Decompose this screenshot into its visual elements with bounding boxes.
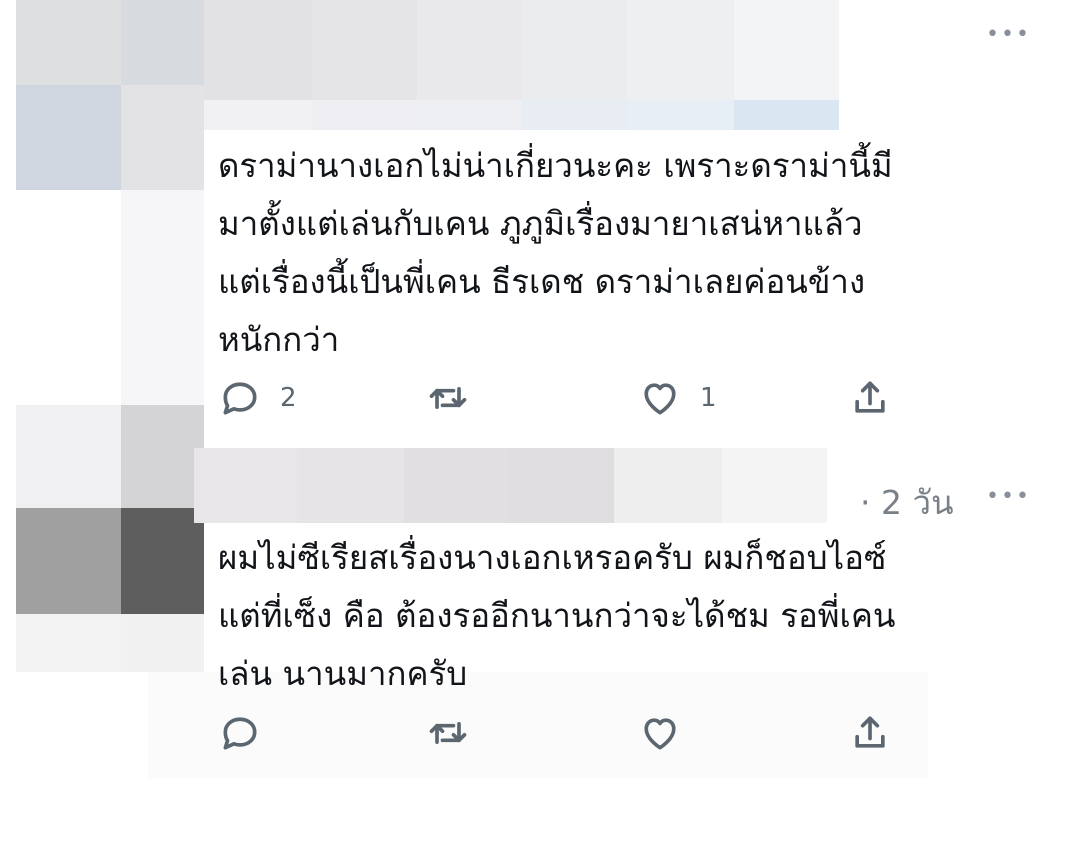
tweet-body: ดราม่านางเอกไม่น่าเกี่ยวนะคะ เพราะดราม่า… — [218, 146, 893, 359]
tweet-1: ••• ดราม่านางเอกไม่น่าเกี่ยวนะคะ เพราะดร… — [0, 0, 1080, 440]
tweet-thread: ••• ดราม่านางเอกไม่น่าเกี่ยวนะคะ เพราะดร… — [0, 0, 1080, 854]
retweet-arrows-icon — [429, 722, 467, 744]
tweet-2: · 2 วัน ••• ผมไม่ซีเรียสเรื่องนางเอกเหรอ… — [0, 440, 1080, 780]
heart-icon — [644, 718, 676, 750]
reply-button[interactable] — [218, 708, 280, 758]
reply-bubble-icon — [223, 382, 257, 415]
retweet-button[interactable] — [426, 708, 488, 758]
share-button[interactable] — [848, 708, 892, 758]
tweet-timestamp[interactable]: · 2 วัน — [860, 476, 954, 529]
tweet-actions: 2 1 — [218, 373, 918, 423]
retweet-arrows-icon — [429, 387, 467, 409]
like-button[interactable]: 1 — [638, 373, 717, 423]
more-horizontal-icon[interactable]: ••• — [986, 24, 1031, 46]
share-button[interactable] — [848, 373, 892, 423]
share-upload-icon — [855, 716, 885, 748]
reply-count: 2 — [280, 383, 297, 413]
tweet-actions — [218, 708, 918, 758]
like-button[interactable] — [638, 708, 700, 758]
more-horizontal-icon[interactable]: ••• — [986, 486, 1031, 508]
like-count: 1 — [700, 383, 717, 413]
retweet-button[interactable] — [426, 373, 488, 423]
tweet-body: ผมไม่ซีเรียสเรื่องนางเอกเหรอครับ ผมก็ชอบ… — [218, 538, 896, 693]
reply-button[interactable]: 2 — [218, 373, 297, 423]
heart-icon — [644, 383, 676, 415]
share-upload-icon — [855, 381, 885, 413]
reply-bubble-icon — [223, 717, 257, 750]
